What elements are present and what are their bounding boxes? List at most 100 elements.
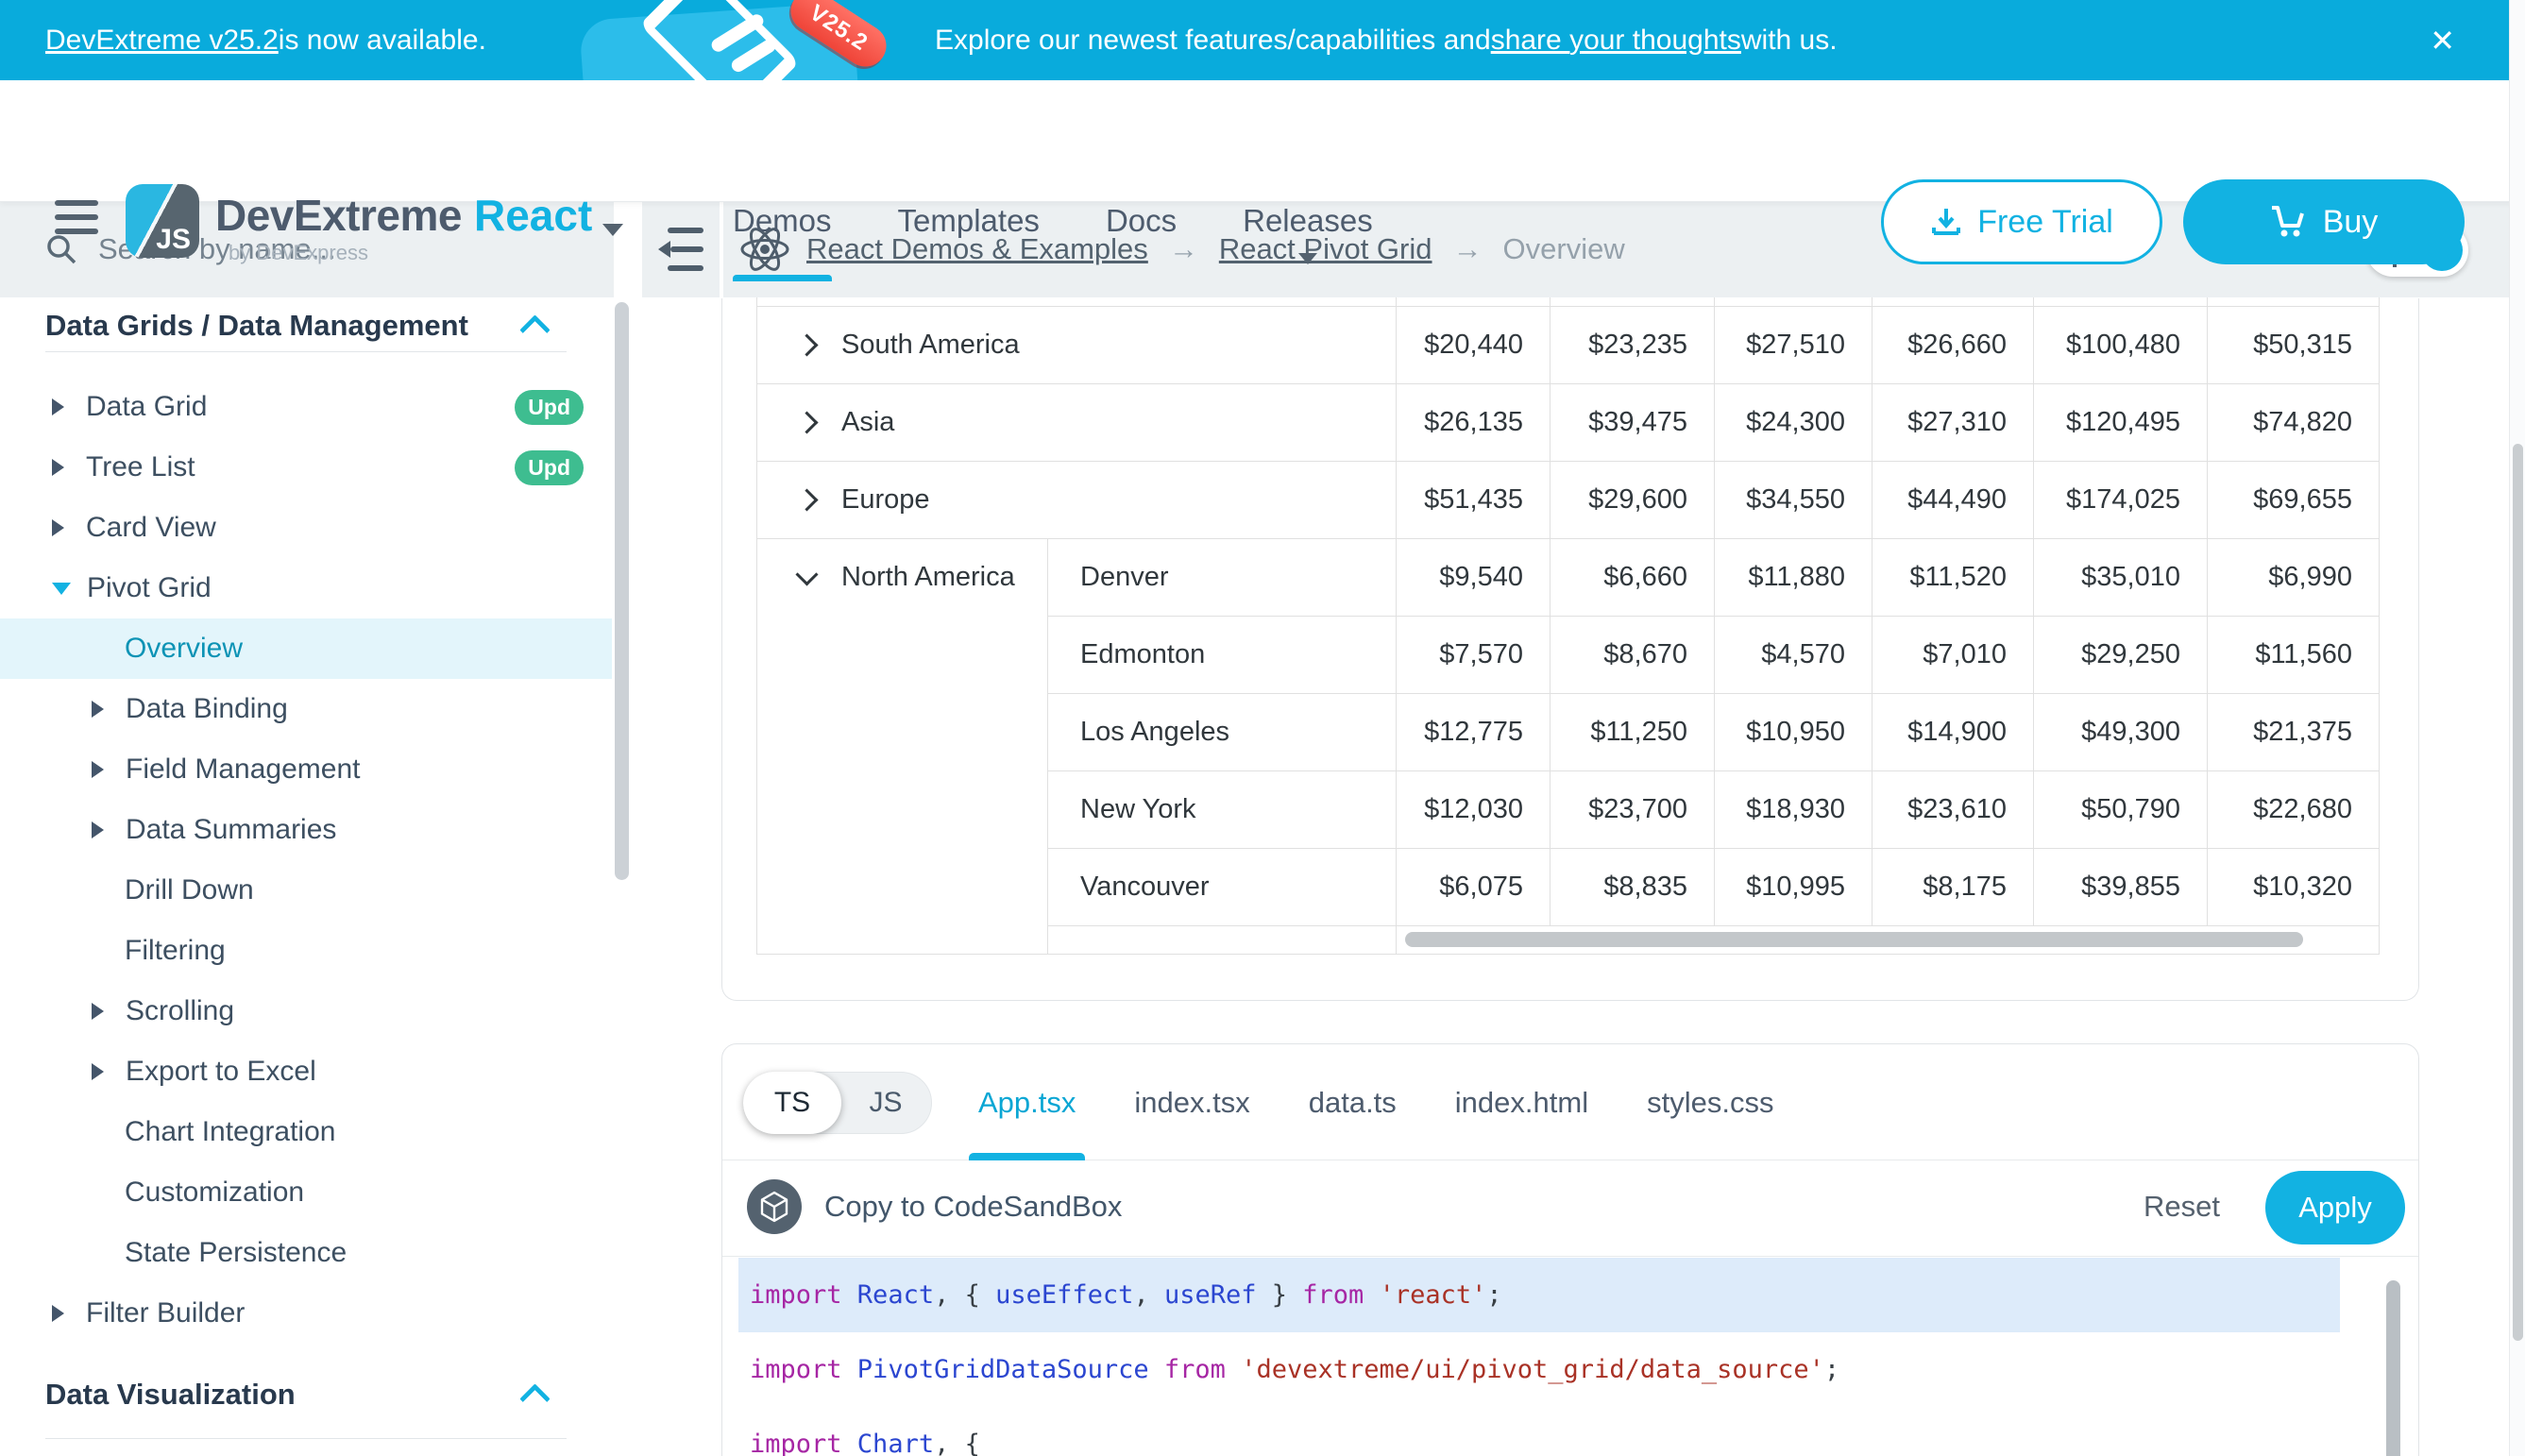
pivot-value-cell[interactable]: $10,995 — [1714, 848, 1872, 925]
buy-button[interactable]: Buy — [2183, 179, 2465, 264]
pivot-value-cell[interactable]: $174,025 — [2033, 461, 2207, 538]
reset-button[interactable]: Reset — [2144, 1179, 2220, 1234]
sidebar-item-tree-list[interactable]: Tree ListUpd — [0, 437, 612, 498]
pivot-value-cell[interactable]: $6,660 — [1550, 538, 1714, 616]
pivot-value-cell[interactable]: $22,680 — [2207, 770, 2379, 848]
pivot-value-cell[interactable]: $50,790 — [2033, 770, 2207, 848]
pivot-value-cell[interactable]: $26,660 — [1872, 306, 2033, 383]
sidebar-item-overview[interactable]: Overview — [0, 618, 612, 679]
pivot-value-cell[interactable]: $39,855 — [2033, 848, 2207, 925]
pivot-value-cell[interactable]: $8,175 — [1872, 848, 2033, 925]
tab-data-ts[interactable]: data.ts — [1309, 1044, 1397, 1160]
banner-close-icon[interactable]: ✕ — [2430, 0, 2455, 80]
pivot-value-cell[interactable]: $69,655 — [2207, 461, 2379, 538]
sidebar-section-data-visualization[interactable]: Data Visualization — [0, 1362, 612, 1428]
pivot-value-cell[interactable]: $49,300 — [2033, 693, 2207, 770]
pivot-value-cell[interactable]: $6,075 — [1396, 848, 1550, 925]
pivot-city-cell[interactable]: Los Angeles — [1080, 693, 1396, 770]
sidebar-item-field-management[interactable]: Field Management — [0, 739, 612, 800]
banner-version-link[interactable]: DevExtreme v25.2 — [45, 25, 279, 57]
pivot-value-cell[interactable]: $12,775 — [1396, 693, 1550, 770]
language-toggle[interactable]: JS TS — [743, 1072, 932, 1134]
pivot-value-cell[interactable]: $8,670 — [1550, 616, 1714, 693]
code-editor[interactable]: import React, { useEffect, useRef } from… — [722, 1258, 2418, 1456]
sidebar-item-data-binding[interactable]: Data Binding — [0, 679, 612, 739]
apply-button[interactable]: Apply — [2265, 1171, 2405, 1244]
pivot-value-cell[interactable]: $23,610 — [1872, 770, 2033, 848]
pivot-value-cell[interactable]: $7,010 — [1872, 616, 2033, 693]
pivot-value-cell[interactable]: $74,820 — [2207, 383, 2379, 461]
page-scrollbar-thumb[interactable] — [2513, 444, 2523, 1341]
toggle-ts-active[interactable]: TS — [743, 1072, 841, 1134]
pivot-value-cell[interactable]: $11,880 — [1714, 538, 1872, 616]
pivot-value-cell[interactable]: $50,315 — [2207, 306, 2379, 383]
pivot-value-cell[interactable]: $6,990 — [2207, 538, 2379, 616]
pivot-value-cell[interactable]: $27,510 — [1714, 306, 1872, 383]
pivot-value-cell[interactable]: $10,950 — [1714, 693, 1872, 770]
pivot-value-cell[interactable]: $14,900 — [1872, 693, 2033, 770]
pivot-value-cell[interactable]: $10,320 — [2207, 848, 2379, 925]
sidebar-item-state-persistence[interactable]: State Persistence — [0, 1223, 612, 1283]
platform-dropdown-caret-icon[interactable] — [602, 224, 623, 236]
pivot-value-cell[interactable]: $20,440 — [1396, 306, 1550, 383]
free-trial-button[interactable]: Free Trial — [1881, 179, 2162, 264]
pivot-value-cell[interactable]: $29,600 — [1550, 461, 1714, 538]
pivot-value-cell[interactable]: $11,520 — [1872, 538, 2033, 616]
pivot-value-cell[interactable]: $4,570 — [1714, 616, 1872, 693]
nav-item-docs[interactable]: Docs — [1106, 161, 1177, 281]
pivot-value-cell[interactable]: $11,560 — [2207, 616, 2379, 693]
pivot-value-cell[interactable]: $26,135 — [1396, 383, 1550, 461]
pivot-value-cell[interactable]: $18,930 — [1714, 770, 1872, 848]
devextreme-js-logo[interactable]: JS — [126, 184, 199, 258]
code-scrollbar-thumb[interactable] — [2386, 1280, 2400, 1456]
pivot-value-cell[interactable]: $21,375 — [2207, 693, 2379, 770]
pivot-value-cell[interactable]: $7,570 — [1396, 616, 1550, 693]
pivot-row-header[interactable]: Asia — [799, 383, 1396, 461]
pivot-value-cell[interactable]: $8,835 — [1550, 848, 1714, 925]
pivot-city-cell[interactable]: Denver — [1080, 538, 1396, 616]
sidebar-section-data-grids[interactable]: Data Grids / Data Management — [0, 293, 612, 359]
page-scrollbar[interactable] — [2509, 0, 2525, 1456]
sidebar-item-chart-integration[interactable]: Chart Integration — [0, 1102, 612, 1162]
sidebar-item-customization[interactable]: Customization — [0, 1162, 612, 1223]
collapse-sidebar-button[interactable] — [642, 201, 720, 297]
pivot-value-cell[interactable]: $12,030 — [1396, 770, 1550, 848]
pivot-value-cell[interactable]: $23,235 — [1550, 306, 1714, 383]
pivot-value-cell[interactable]: $23,700 — [1550, 770, 1714, 848]
sidebar-item-data-grid[interactable]: Data GridUpd — [0, 377, 612, 437]
toggle-js[interactable]: JS — [840, 1073, 931, 1133]
platform-selector-label[interactable]: React — [474, 190, 592, 241]
pivot-value-cell[interactable]: $9,540 — [1396, 538, 1550, 616]
sidebar-scrollbar-thumb[interactable] — [615, 302, 629, 880]
tab-app-tsx[interactable]: App.tsx — [978, 1044, 1076, 1160]
pivot-value-cell[interactable]: $29,250 — [2033, 616, 2207, 693]
sidebar-item-filtering[interactable]: Filtering — [0, 921, 612, 981]
pivot-value-cell[interactable]: $120,495 — [2033, 383, 2207, 461]
expand-chevron-icon[interactable] — [795, 488, 818, 511]
nav-item-demos[interactable]: Demos — [733, 161, 832, 281]
tab-index-html[interactable]: index.html — [1455, 1044, 1588, 1160]
pivot-value-cell[interactable]: $44,490 — [1872, 461, 2033, 538]
sidebar-item-export-to-excel[interactable]: Export to Excel — [0, 1041, 612, 1102]
pivot-city-cell[interactable]: Edmonton — [1080, 616, 1396, 693]
pivot-value-cell[interactable]: $34,550 — [1714, 461, 1872, 538]
expand-chevron-icon[interactable] — [795, 411, 818, 433]
tab-index-tsx[interactable]: index.tsx — [1134, 1044, 1249, 1160]
brand-title[interactable]: DevExtreme — [215, 190, 462, 241]
pivot-value-cell[interactable]: $51,435 — [1396, 461, 1550, 538]
pivot-row-header[interactable]: South America — [799, 306, 1396, 383]
sidebar-item-card-view[interactable]: Card View — [0, 498, 612, 558]
expand-chevron-icon[interactable] — [795, 333, 818, 356]
nav-item-releases[interactable]: Releases — [1243, 161, 1373, 281]
pivot-city-cell[interactable]: New York — [1080, 770, 1396, 848]
sidebar-item-data-summaries[interactable]: Data Summaries — [0, 800, 612, 860]
sidebar-item-drill-down[interactable]: Drill Down — [0, 860, 612, 921]
pivot-value-cell[interactable]: $11,250 — [1550, 693, 1714, 770]
pivot-row-header-expanded[interactable]: North America — [799, 538, 1047, 616]
sidebar-item-filter-builder[interactable]: Filter Builder — [0, 1283, 612, 1344]
sidebar-item-pivot-grid[interactable]: Pivot Grid — [0, 558, 612, 618]
pivot-city-cell[interactable]: Vancouver — [1080, 848, 1396, 925]
share-thoughts-link[interactable]: share your thoughts — [1491, 25, 1741, 57]
hamburger-menu-icon[interactable] — [55, 200, 98, 243]
pivot-row-header[interactable]: Europe — [799, 461, 1396, 538]
